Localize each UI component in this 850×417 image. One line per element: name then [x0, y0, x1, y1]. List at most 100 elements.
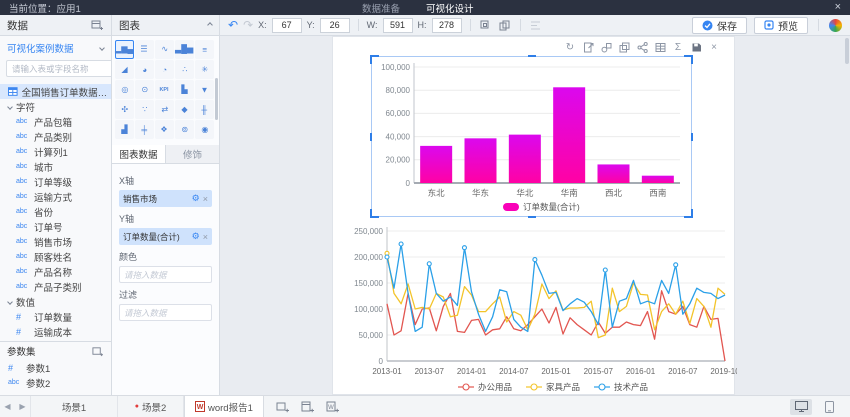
add-parameter-icon[interactable]: [90, 344, 104, 358]
collapse-chart-panel-icon[interactable]: [207, 22, 213, 28]
chart-type-scatter-chart-icon[interactable]: ∴: [175, 60, 194, 79]
field-item[interactable]: abc订单等级: [0, 174, 111, 189]
chart-type-combo-chart-icon[interactable]: ▃█▅: [175, 40, 194, 59]
chart-type-bar-chart-icon[interactable]: ☰: [135, 40, 154, 59]
x-coordinate-input[interactable]: [272, 18, 302, 33]
field-item[interactable]: abc城市: [0, 159, 111, 174]
tab-visual-design[interactable]: 可视化设计: [426, 1, 474, 15]
selected-widget-frame[interactable]: 020,00040,00060,00080,000100,000东北华东华北华南…: [371, 56, 692, 217]
close-icon[interactable]: ×: [835, 2, 841, 13]
canvas-page[interactable]: ↻ Σ ×: [332, 36, 735, 395]
chart-type-dial-gauge-icon[interactable]: ⊙: [135, 80, 154, 99]
undo-icon[interactable]: ↶: [228, 19, 238, 31]
field-item[interactable]: abc运输方式: [0, 189, 111, 204]
chart-type-rose-chart-icon[interactable]: ✳: [195, 60, 214, 79]
tab-word-report-1[interactable]: W word报告1: [184, 396, 264, 417]
resize-handle[interactable]: [370, 133, 372, 141]
field-item[interactable]: abc销售市场: [0, 234, 111, 249]
tab-decorate[interactable]: 修饰: [165, 145, 219, 163]
chart-panel-scrollbar[interactable]: [215, 78, 218, 120]
field-item[interactable]: #订单数量: [0, 309, 111, 324]
resize-handle[interactable]: [528, 216, 536, 218]
redo-icon[interactable]: ↷: [243, 19, 253, 31]
field-item[interactable]: abc产品名称: [0, 264, 111, 279]
field-item[interactable]: abc产品类别: [0, 129, 111, 144]
chart-type-donut-chart-icon[interactable]: ◔: [155, 60, 174, 79]
chart-type-funnel-chart-icon[interactable]: ▼: [195, 80, 214, 99]
design-canvas[interactable]: ↻ Σ ×: [220, 36, 850, 395]
chart-type-bubble-chart-icon[interactable]: ∵: [135, 100, 154, 119]
chart-type-column-chart-icon[interactable]: ▂▆▄: [115, 40, 134, 59]
remove-field-icon[interactable]: ×: [203, 194, 208, 204]
paste-icon[interactable]: [498, 18, 512, 32]
chart-type-world-map-icon[interactable]: ◉: [195, 120, 214, 139]
chart-type-pie-chart-icon[interactable]: ◕: [135, 60, 154, 79]
field-item[interactable]: abc计算列1: [0, 144, 111, 159]
gear-icon[interactable]: ⚙: [192, 193, 200, 204]
width-input[interactable]: [383, 18, 413, 33]
tab-scene-1[interactable]: 场景1: [30, 396, 118, 417]
chart-type-kpi-card-icon[interactable]: KPI: [155, 80, 174, 99]
field-item[interactable]: abc订单号: [0, 219, 111, 234]
resize-handle[interactable]: [370, 209, 379, 218]
chart-type-stacked-bar-chart-icon[interactable]: ≡: [195, 40, 214, 59]
add-word-report-icon[interactable]: W: [326, 401, 339, 413]
canvas-scrollbar[interactable]: [845, 38, 849, 64]
next-scene-icon[interactable]: ▶: [15, 396, 30, 417]
desktop-view-button[interactable]: [790, 399, 812, 415]
field-item[interactable]: abc产品包箱: [0, 114, 111, 129]
chart-type-map-chart-icon[interactable]: ❖: [155, 120, 174, 139]
gear-icon[interactable]: ⚙: [192, 231, 200, 242]
line-chart[interactable]: 050,000100,000150,000200,000250,0002013-…: [339, 223, 737, 395]
field-item[interactable]: abc产品子类别: [0, 279, 111, 294]
bar-chart[interactable]: 020,00040,00060,00080,000100,000东北华东华北华南…: [372, 57, 689, 214]
field-item[interactable]: abc顾客姓名: [0, 249, 111, 264]
mobile-view-button[interactable]: [818, 399, 840, 415]
chart-type-point-map-icon[interactable]: ⊚: [175, 120, 194, 139]
duplicate-icon[interactable]: [617, 41, 631, 54]
resize-handle[interactable]: [370, 55, 379, 64]
tab-scene-2[interactable]: ● 场景2: [118, 396, 184, 417]
preview-button[interactable]: 预览: [754, 17, 808, 34]
dataset-select[interactable]: 可视化案例数据: [0, 36, 111, 58]
group-string-fields[interactable]: 字符: [0, 99, 111, 114]
height-input[interactable]: [432, 18, 462, 33]
chart-type-waterfall-chart-icon[interactable]: ▟: [115, 120, 134, 139]
remove-field-icon[interactable]: ×: [203, 232, 208, 242]
remove-widget-icon[interactable]: ×: [707, 41, 721, 54]
aggregate-sigma-icon[interactable]: Σ: [671, 41, 685, 54]
table-item[interactable]: 全国销售订单数据全...: [0, 84, 111, 99]
save-button[interactable]: 保存: [692, 17, 747, 34]
chart-type-relation-graph-icon[interactable]: ✣: [115, 100, 134, 119]
copy-style-icon[interactable]: [599, 41, 613, 54]
color-drop-zone[interactable]: 请拖入数据: [119, 266, 212, 283]
field-item[interactable]: abc省份: [0, 204, 111, 219]
chart-type-boxplot-chart-icon[interactable]: ╫: [195, 100, 214, 119]
resize-handle[interactable]: [691, 133, 693, 141]
refresh-icon[interactable]: ↻: [563, 41, 577, 54]
resize-handle[interactable]: [528, 55, 536, 57]
xaxis-field-chip[interactable]: 销售市场 ⚙ ×: [119, 190, 212, 207]
share-icon[interactable]: [635, 41, 649, 54]
chart-type-diamond-chart-icon[interactable]: ◆: [175, 100, 194, 119]
add-scene-icon[interactable]: [276, 401, 289, 413]
chart-type-treemap-icon[interactable]: ▙: [175, 80, 194, 99]
field-item[interactable]: abc参数2: [0, 375, 111, 390]
add-dashboard-icon[interactable]: [301, 401, 314, 413]
export-icon[interactable]: [581, 41, 595, 54]
copy-icon[interactable]: [479, 18, 493, 32]
group-number-fields[interactable]: 数值: [0, 294, 111, 309]
chart-type-flow-chart-icon[interactable]: ⇄: [155, 100, 174, 119]
filter-drop-zone[interactable]: 请拖入数据: [119, 304, 212, 321]
chart-type-area-chart-icon[interactable]: ◢: [115, 60, 134, 79]
chart-type-candlestick-chart-icon[interactable]: ╪: [135, 120, 154, 139]
search-input[interactable]: [10, 63, 112, 75]
search-box[interactable]: [6, 60, 112, 77]
tab-chart-data[interactable]: 图表数据: [112, 145, 165, 163]
table-view-icon[interactable]: [653, 41, 667, 54]
add-table-icon[interactable]: [90, 18, 104, 32]
theme-palette-icon[interactable]: [829, 19, 842, 32]
resize-handle[interactable]: [684, 209, 693, 218]
field-item[interactable]: #运输成本: [0, 324, 111, 339]
save-widget-icon[interactable]: [689, 41, 703, 54]
